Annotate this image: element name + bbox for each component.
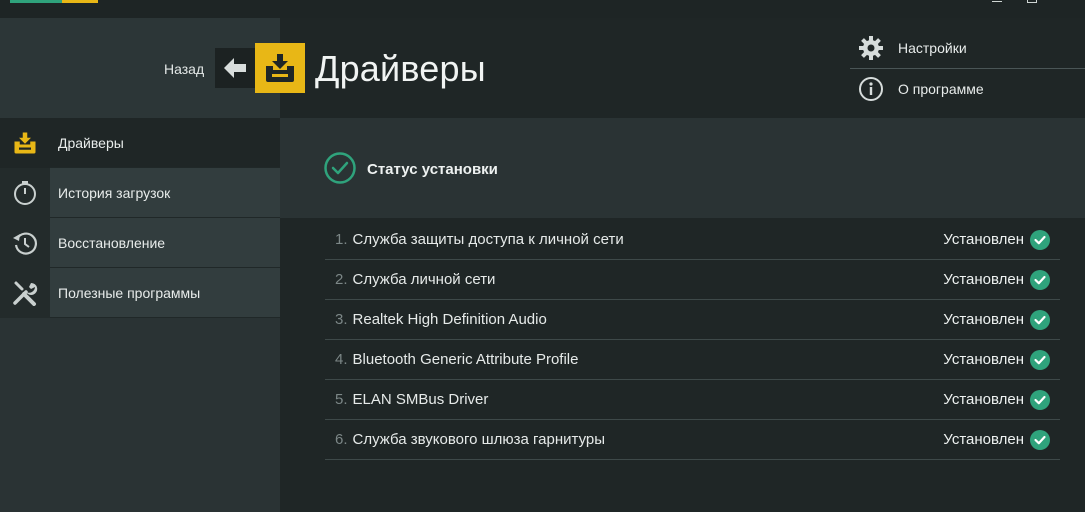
list-item: 5. ELAN SMBus Driver Установлен	[325, 380, 1060, 420]
sidebar-icon-cell	[0, 167, 50, 218]
driver-tray-icon	[266, 54, 294, 82]
title-bar	[0, 0, 1085, 18]
sidebar-icon-cell	[0, 117, 50, 168]
sidebar-item-label: Восстановление	[58, 234, 166, 251]
sidebar-item-label: Драйверы	[58, 134, 124, 151]
check-icon	[1030, 390, 1050, 410]
arrow-left-icon	[224, 58, 246, 78]
driver-name: ELAN SMBus Driver	[352, 391, 489, 408]
row-number: 1.	[335, 231, 348, 248]
row-number: 5.	[335, 391, 348, 408]
driver-status: Установлен	[943, 271, 1024, 288]
sidebar-item-restore[interactable]: Восстановление	[0, 217, 280, 268]
maximize-icon[interactable]	[1027, 0, 1037, 3]
check-icon	[1030, 270, 1050, 290]
driver-status: Установлен	[943, 391, 1024, 408]
app-logo-green	[10, 0, 62, 3]
driver-name: Служба защиты доступа к личной сети	[352, 231, 624, 248]
sidebar-icon-cell	[0, 267, 50, 318]
check-circle-icon	[324, 152, 356, 184]
row-number: 6.	[335, 431, 348, 448]
driver-status: Установлен	[943, 351, 1024, 368]
list-item: 4. Bluetooth Generic Attribute Profile У…	[325, 340, 1060, 380]
row-number: 3.	[335, 311, 348, 328]
driver-status: Установлен	[943, 431, 1024, 448]
top-menu: Настройки О программе	[850, 28, 1085, 109]
settings-label: Настройки	[898, 40, 967, 56]
status-title: Статус установки	[367, 161, 498, 178]
about-menu-item[interactable]: О программе	[850, 69, 1085, 109]
sidebar-icon-cell	[0, 217, 50, 268]
page-icon	[255, 43, 305, 93]
minimize-icon[interactable]	[992, 1, 1002, 2]
list-item: 2. Служба личной сети Установлен	[325, 260, 1060, 300]
about-label: О программе	[898, 81, 984, 97]
driver-name: Bluetooth Generic Attribute Profile	[352, 351, 579, 368]
row-number: 4.	[335, 351, 348, 368]
back-button[interactable]	[215, 48, 255, 88]
app-logo-yellow	[62, 0, 98, 3]
check-icon	[1030, 350, 1050, 370]
driver-tray-icon	[14, 132, 36, 153]
page-title: Драйверы	[315, 48, 486, 89]
sidebar-item-download-history[interactable]: История загрузок	[0, 167, 280, 218]
clock-icon	[14, 180, 36, 205]
sidebar-item-drivers[interactable]: Драйверы	[0, 117, 280, 168]
driver-name: Realtek High Definition Audio	[352, 311, 547, 328]
driver-status: Установлен	[943, 311, 1024, 328]
check-icon	[1030, 310, 1050, 330]
settings-menu-item[interactable]: Настройки	[850, 28, 1085, 68]
sidebar-item-label: Полезные программы	[58, 284, 201, 301]
restore-icon	[13, 231, 37, 255]
list-item: 1. Служба защиты доступа к личной сети У…	[325, 220, 1060, 260]
info-icon	[858, 76, 884, 102]
driver-name: Служба личной сети	[352, 271, 496, 288]
driver-name: Служба звукового шлюза гарнитуры	[352, 431, 606, 448]
tools-icon	[13, 281, 38, 306]
row-number: 2.	[335, 271, 348, 288]
sidebar-item-label: История загрузок	[58, 184, 171, 201]
status-panel: Статус установки	[280, 118, 1085, 218]
driver-status: Установлен	[943, 231, 1024, 248]
sidebar: Драйверы История загрузок Восстановление	[0, 117, 280, 512]
check-icon	[1030, 430, 1050, 450]
sidebar-item-useful-programs[interactable]: Полезные программы	[0, 267, 280, 318]
check-icon	[1030, 230, 1050, 250]
gear-icon	[858, 35, 884, 61]
driver-list: 1. Служба защиты доступа к личной сети У…	[325, 220, 1060, 460]
back-label[interactable]: Назад	[164, 61, 204, 77]
list-item: 6. Служба звукового шлюза гарнитуры Уста…	[325, 420, 1060, 460]
list-item: 3. Realtek High Definition Audio Установ…	[325, 300, 1060, 340]
